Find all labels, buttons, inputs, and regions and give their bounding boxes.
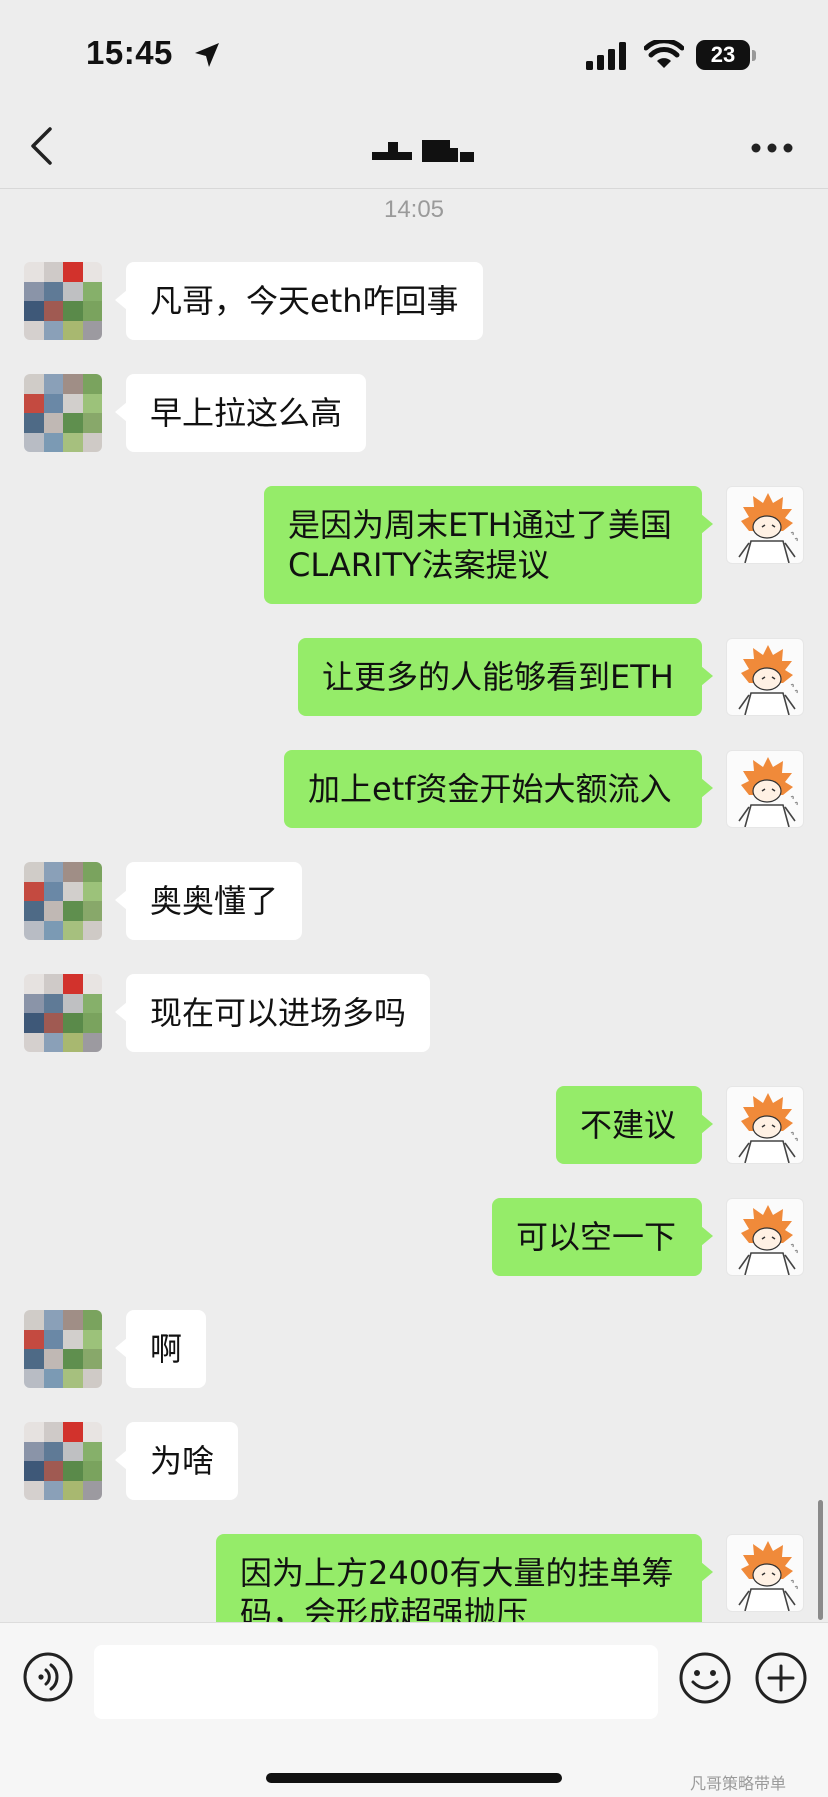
avatar-self[interactable] bbox=[726, 638, 804, 716]
avatar-self[interactable] bbox=[726, 1534, 804, 1612]
message-bubble-received[interactable]: 现在可以进场多吗 bbox=[114, 974, 431, 1052]
chevron-left-icon[interactable] bbox=[28, 126, 54, 166]
avatar-self[interactable] bbox=[726, 486, 804, 564]
home-indicator[interactable] bbox=[266, 1773, 562, 1783]
message-bubble-received[interactable]: 啊 bbox=[114, 1310, 207, 1388]
avatar-contact[interactable] bbox=[24, 1310, 102, 1388]
avatar-contact[interactable] bbox=[24, 974, 102, 1052]
ellipsis-icon[interactable] bbox=[750, 142, 794, 154]
message-bubble-received[interactable]: 早上拉这么高 bbox=[114, 374, 367, 452]
message-input[interactable] bbox=[94, 1645, 658, 1719]
message-bubble-sent[interactable]: 是因为周末ETH通过了美国CLARITY法案提议 bbox=[264, 486, 713, 604]
emoji-icon[interactable] bbox=[678, 1651, 732, 1705]
message-timestamp: 14:05 bbox=[383, 196, 445, 223]
status-time: 15:45 bbox=[86, 34, 173, 71]
avatar-contact[interactable] bbox=[24, 862, 102, 940]
message-bubble-sent[interactable]: 不建议 bbox=[556, 1086, 713, 1164]
avatar-contact[interactable] bbox=[24, 1422, 102, 1500]
wifi-icon bbox=[644, 40, 684, 68]
plus-icon[interactable] bbox=[754, 1651, 808, 1705]
message-bubble-received[interactable]: 奥奥懂了 bbox=[114, 862, 303, 940]
battery-icon: 23 bbox=[696, 40, 758, 72]
message-bubble-sent[interactable]: 加上etf资金开始大额流入 bbox=[284, 750, 713, 828]
avatar-contact[interactable] bbox=[24, 374, 102, 452]
location-arrow-icon bbox=[195, 43, 219, 67]
cellular-signal-icon bbox=[586, 42, 626, 70]
avatar-self[interactable] bbox=[726, 750, 804, 828]
chat-header bbox=[0, 100, 828, 189]
scroll-indicator[interactable] bbox=[818, 1500, 823, 1620]
avatar-contact[interactable] bbox=[24, 262, 102, 340]
battery-level: 23 bbox=[710, 42, 736, 67]
avatar-self[interactable] bbox=[726, 1198, 804, 1276]
avatar-self[interactable] bbox=[726, 1086, 804, 1164]
watermark: 凡哥策略带单 bbox=[690, 1774, 787, 1793]
chat-title-redacted bbox=[372, 138, 476, 168]
voice-icon[interactable] bbox=[22, 1651, 74, 1703]
message-bubble-sent[interactable]: 让更多的人能够看到ETH bbox=[298, 638, 713, 716]
message-bubble-sent[interactable]: 可以空一下 bbox=[492, 1198, 713, 1276]
message-bubble-received[interactable]: 凡哥，今天eth咋回事 bbox=[115, 262, 483, 340]
message-bubble-received[interactable]: 为啥 bbox=[114, 1422, 239, 1500]
status-bar: 15:45 23 bbox=[0, 0, 828, 100]
